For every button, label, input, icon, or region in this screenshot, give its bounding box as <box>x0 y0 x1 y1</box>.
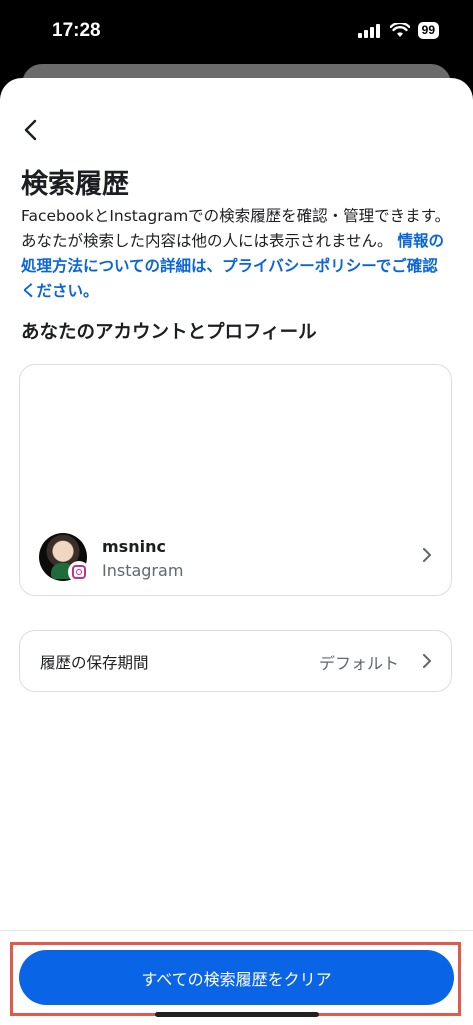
clear-all-search-history-button[interactable]: すべての検索履歴をクリア <box>19 950 454 1005</box>
instagram-icon <box>68 561 90 583</box>
page-title: 検索履歴 <box>21 169 129 200</box>
status-icons: 99 <box>357 22 439 39</box>
retention-value: デフォルト <box>318 654 399 673</box>
account-row-instagram[interactable]: msninc Instagram <box>20 517 451 595</box>
home-indicator <box>155 1012 319 1017</box>
chevron-right-icon <box>423 654 431 668</box>
search-history-sheet: 検索履歴 FacebookとInstagramでの検索履歴を確認・管理できます。… <box>0 78 473 1025</box>
cellular-signal-icon <box>357 23 380 38</box>
account-platform: Instagram <box>102 561 184 580</box>
wifi-icon <box>389 23 410 37</box>
status-bar: 17:28 99 <box>0 0 473 64</box>
battery-indicator: 99 <box>417 22 439 39</box>
history-retention-row[interactable]: 履歴の保存期間 デフォルト <box>19 630 452 692</box>
status-time: 17:28 <box>52 20 101 41</box>
account-name: msninc <box>102 537 166 556</box>
retention-label: 履歴の保存期間 <box>40 654 149 672</box>
accounts-section-title: あなたのアカウントとプロフィール <box>21 322 317 343</box>
chevron-right-icon <box>423 548 431 562</box>
back-arrow-icon[interactable] <box>18 116 46 144</box>
description-text: FacebookとInstagramでの検索履歴を確認・管理できます。あなたが検… <box>21 207 451 250</box>
description: FacebookとInstagramでの検索履歴を確認・管理できます。あなたが検… <box>21 204 451 304</box>
accounts-card: msninc Instagram <box>19 364 452 596</box>
